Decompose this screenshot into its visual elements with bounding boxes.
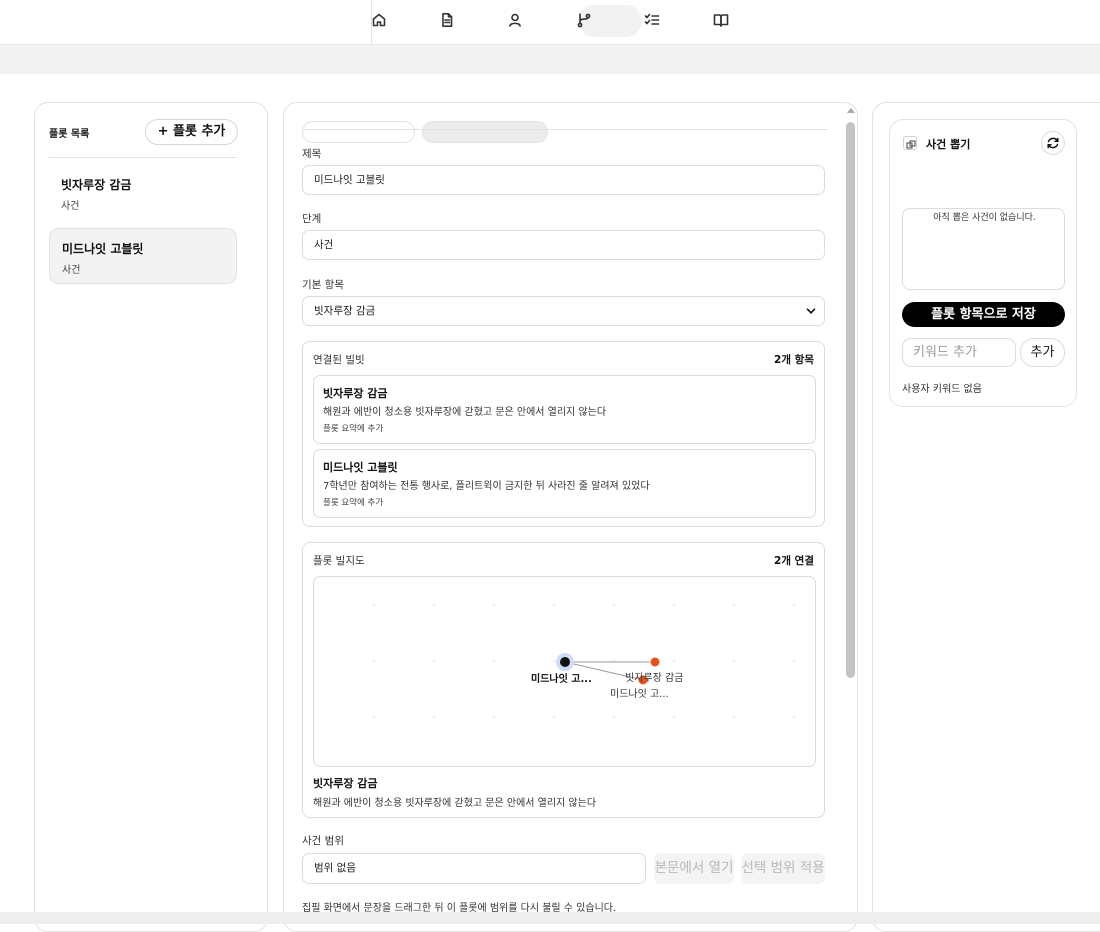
user-icon[interactable] [507, 12, 523, 28]
map-node-label: 미드나잇 고... [610, 688, 669, 700]
add-plot-button[interactable]: + 플롯 추가 [145, 119, 238, 145]
linked-beats-card: 연결된 빌빗 2개 항목 빗자루장 감금 해원과 에반이 청소용 빗자루장에 갇… [302, 341, 825, 527]
event-picker-title: 사건 뽑기 [926, 138, 971, 151]
chevron-down-icon [806, 308, 816, 314]
apply-selection-button[interactable]: 선택 범위 적용 [741, 853, 825, 884]
plot-list-item-active[interactable]: 미드나잇 고블릿 사건 [49, 228, 237, 284]
plot-map-canvas[interactable]: 미드나잇 고... 빗자루장 감금 미드나잇 고... [313, 576, 816, 767]
stage-input[interactable]: 사건 [302, 230, 825, 260]
scrollbar-thumb[interactable] [846, 122, 855, 678]
beat-description: 해원과 에반이 청소용 빗자루장에 갇혔고 문은 안에서 열리지 않는다 [323, 407, 607, 418]
event-range-input[interactable]: 범위 없음 [302, 853, 646, 884]
no-keywords-text: 사용자 키워드 없음 [902, 384, 982, 395]
document-icon[interactable] [439, 12, 455, 28]
plot-map-title: 플롯 빌지도 [313, 555, 365, 567]
copy-icon [903, 136, 917, 150]
toolbar-strip [0, 45, 1100, 74]
map-node-label: 빗자루장 감금 [625, 672, 683, 684]
refresh-button[interactable] [1041, 131, 1065, 155]
checklist-icon[interactable] [644, 12, 660, 28]
book-icon[interactable] [713, 12, 729, 28]
linked-beats-title: 연결된 빌빗 [313, 354, 365, 366]
plot-list-item[interactable]: 빗자루장 감금 사건 [49, 165, 237, 221]
selected-beat-description: 해원과 에반이 청소용 빗자루장에 갇혔고 문은 안에서 열리지 않는다 [313, 798, 597, 809]
home-icon[interactable] [371, 12, 387, 28]
add-to-summary-link[interactable]: 플롯 요약에 추가 [323, 496, 383, 508]
editor-tab[interactable] [302, 121, 415, 143]
plot-map-count: 2개 연결 [774, 555, 814, 567]
map-node[interactable] [649, 656, 661, 668]
event-picker-card: 사건 뽑기 아직 뽑은 사건이 없습니다. 플롯 항목으로 저장 키워드 추가 … [889, 119, 1077, 407]
plot-editor-panel: 제목 미드나잇 고블릿 단계 사건 기본 항목 빗자루장 감금 연결된 빌빗 2… [283, 102, 858, 932]
plot-title: 미드나잇 고블릿 [62, 242, 144, 256]
beat-item[interactable]: 빗자루장 감금 해원과 에반이 청소용 빗자루장에 갇혔고 문은 안에서 열리지… [313, 375, 816, 444]
map-grid [373, 604, 795, 718]
base-item-label: 기본 항목 [302, 279, 344, 291]
beat-item[interactable]: 미드나잇 고블릿 7학년만 참여하는 전통 행사로, 플리트윅이 금지한 뒤 사… [313, 449, 816, 518]
selected-beat-title: 빗자루장 감금 [313, 777, 378, 790]
scroll-up-arrow[interactable] [847, 108, 855, 113]
top-nav [0, 0, 1100, 45]
plot-map-card: 플롯 빌지도 2개 연결 미드나잇 고... 빗자루장 감금 미드나잇 고... [302, 542, 825, 818]
plot-stage: 사건 [61, 201, 80, 212]
event-range-label: 사건 범위 [302, 835, 344, 847]
beat-title: 미드나잇 고블릿 [323, 461, 398, 474]
open-in-text-button[interactable]: 본문에서 열기 [654, 853, 734, 884]
drawn-event-box: 아직 뽑은 사건이 없습니다. [902, 208, 1065, 290]
divider [49, 157, 237, 158]
plot-map-graph[interactable]: 미드나잇 고... 빗자루장 감금 미드나잇 고... [314, 577, 817, 768]
keyword-input[interactable]: 키워드 추가 [902, 338, 1016, 367]
title-label: 제목 [302, 148, 322, 160]
editor-tab[interactable] [422, 121, 548, 143]
plot-list-title: 플롯 목록 [49, 129, 90, 140]
divider [302, 129, 828, 130]
map-node-selected[interactable] [560, 657, 570, 667]
save-as-plot-button[interactable]: 플롯 항목으로 저장 [902, 302, 1065, 327]
map-node-label: 미드나잇 고... [531, 672, 592, 685]
title-input[interactable]: 미드나잇 고블릿 [302, 165, 825, 195]
linked-beats-count: 2개 항목 [774, 354, 814, 366]
beat-description: 7학년만 참여하는 전통 행사로, 플리트윅이 금지한 뒤 사라진 줄 알려져 … [323, 481, 650, 492]
plot-stage: 사건 [62, 265, 81, 276]
event-picker-panel: 사건 뽑기 아직 뽑은 사건이 없습니다. 플롯 항목으로 저장 키워드 추가 … [872, 102, 1100, 932]
plot-title: 빗자루장 감금 [61, 178, 132, 192]
beat-title: 빗자루장 감금 [323, 387, 388, 400]
branch-icon[interactable] [576, 12, 592, 28]
refresh-icon [1047, 137, 1059, 149]
base-item-value: 빗자루장 감금 [314, 305, 376, 317]
stage-label: 단계 [302, 213, 322, 225]
bottom-strip [0, 912, 1100, 924]
base-item-select[interactable]: 빗자루장 감금 [302, 296, 825, 326]
add-to-summary-link[interactable]: 플롯 요약에 추가 [323, 422, 383, 434]
plot-list-panel: 플롯 목록 + 플롯 추가 빗자루장 감금 사건 미드나잇 고블릿 사건 [34, 102, 268, 932]
add-keyword-button[interactable]: 추가 [1020, 338, 1065, 367]
empty-state-text: 아직 뽑은 사건이 없습니다. [933, 213, 1036, 223]
